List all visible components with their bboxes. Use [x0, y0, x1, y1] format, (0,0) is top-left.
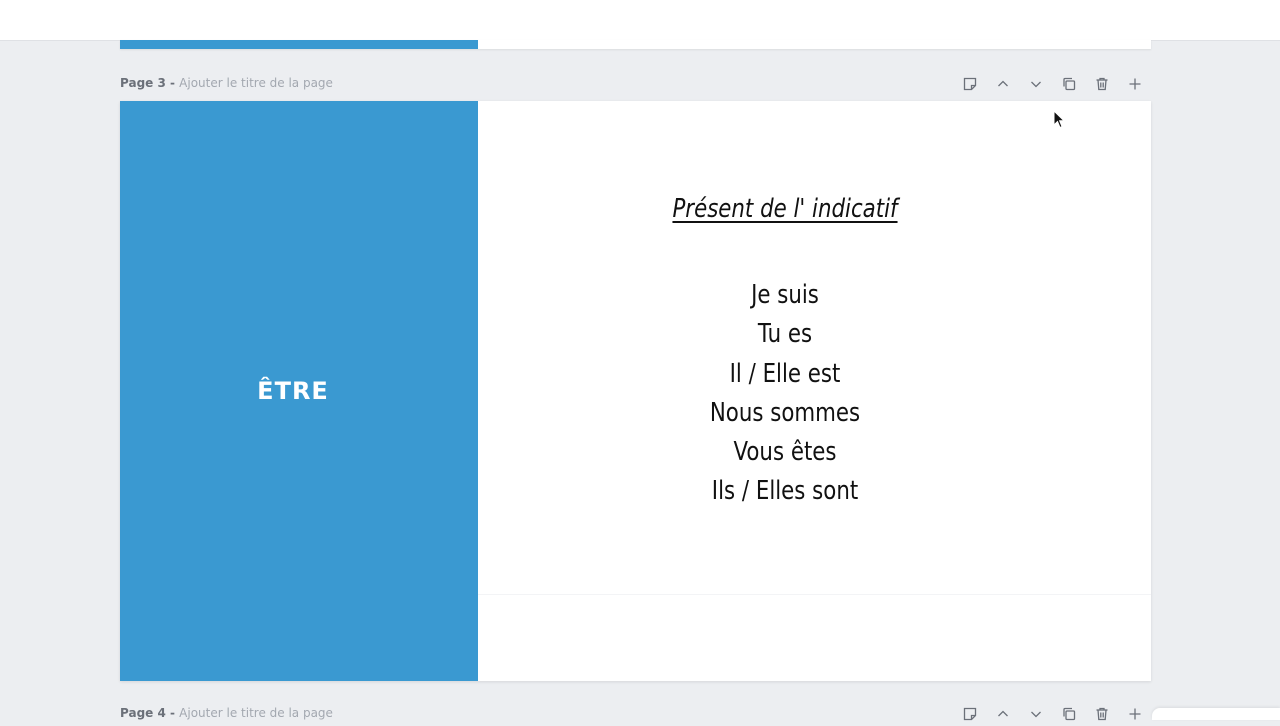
- conjugation-line: Vous êtes: [733, 437, 837, 468]
- duplicate-page-button[interactable]: [1052, 702, 1085, 726]
- page-4-toolbar: [953, 702, 1151, 726]
- move-page-down-button[interactable]: [1019, 702, 1052, 726]
- page-number: Page 4: [120, 706, 166, 720]
- editor-top-bar: [0, 0, 1280, 41]
- previous-page-bottom[interactable]: [120, 40, 1151, 49]
- note-icon: [963, 77, 976, 91]
- conjugation-line: Ils / Elles sont: [711, 476, 859, 507]
- delete-page-button[interactable]: [1085, 702, 1118, 726]
- page-title-placeholder[interactable]: Ajouter le titre de la page: [179, 706, 333, 720]
- page-label-separator: -: [165, 706, 180, 720]
- trash-icon: [1096, 77, 1107, 91]
- conjugation-line: Tu es: [757, 319, 813, 350]
- conjugation-line: Je suis: [751, 280, 819, 310]
- page-title-placeholder[interactable]: Ajouter le titre de la page: [179, 76, 333, 90]
- page-3-toolbar: [953, 72, 1151, 96]
- page-number: Page 3: [120, 76, 166, 90]
- page-3-header: Page 3 - Ajouter le titre de la page: [120, 72, 1151, 96]
- chevron-up-icon: [997, 80, 1008, 87]
- conjugation-list[interactable]: Je suis Tu es Il / Elle est Nous sommes …: [478, 276, 1092, 512]
- page-notes-button[interactable]: [953, 72, 986, 96]
- tense-heading[interactable]: Présent de l' indicatif: [533, 194, 1036, 224]
- verb-title[interactable]: ÊTRE: [257, 377, 329, 405]
- page-3-label: Page 3 - Ajouter le titre de la page: [120, 76, 333, 90]
- verb-panel[interactable]: ÊTRE: [120, 101, 478, 681]
- conjugation-line: Nous sommes: [709, 397, 861, 428]
- page-notes-button[interactable]: [953, 702, 986, 726]
- conjugation-line: Il / Elle est: [729, 358, 841, 389]
- mouse-cursor-icon: [1053, 110, 1065, 129]
- duplicate-page-button[interactable]: [1052, 72, 1085, 96]
- faint-divider: [478, 594, 1151, 595]
- delete-page-button[interactable]: [1085, 72, 1118, 96]
- page-4-header: Page 4 - Ajouter le titre de la page: [120, 702, 1151, 726]
- zoom-controls[interactable]: [1152, 708, 1280, 720]
- move-page-down-button[interactable]: [1019, 72, 1052, 96]
- conjugation-panel[interactable]: Présent de l' indicatif Je suis Tu es Il…: [478, 101, 1151, 681]
- previous-page-blue-panel: [120, 40, 478, 49]
- add-page-button[interactable]: [1118, 72, 1151, 96]
- move-page-up-button[interactable]: [986, 702, 1019, 726]
- page-3-slide[interactable]: ÊTRE Présent de l' indicatif Je suis Tu …: [120, 101, 1151, 681]
- copy-icon: [1062, 77, 1075, 91]
- move-page-up-button[interactable]: [986, 72, 1019, 96]
- plus-icon: [1129, 78, 1140, 90]
- add-page-button[interactable]: [1118, 702, 1151, 726]
- page-4-label: Page 4 - Ajouter le titre de la page: [120, 706, 333, 720]
- chevron-down-icon: [1030, 81, 1041, 88]
- page-label-separator: -: [165, 76, 180, 90]
